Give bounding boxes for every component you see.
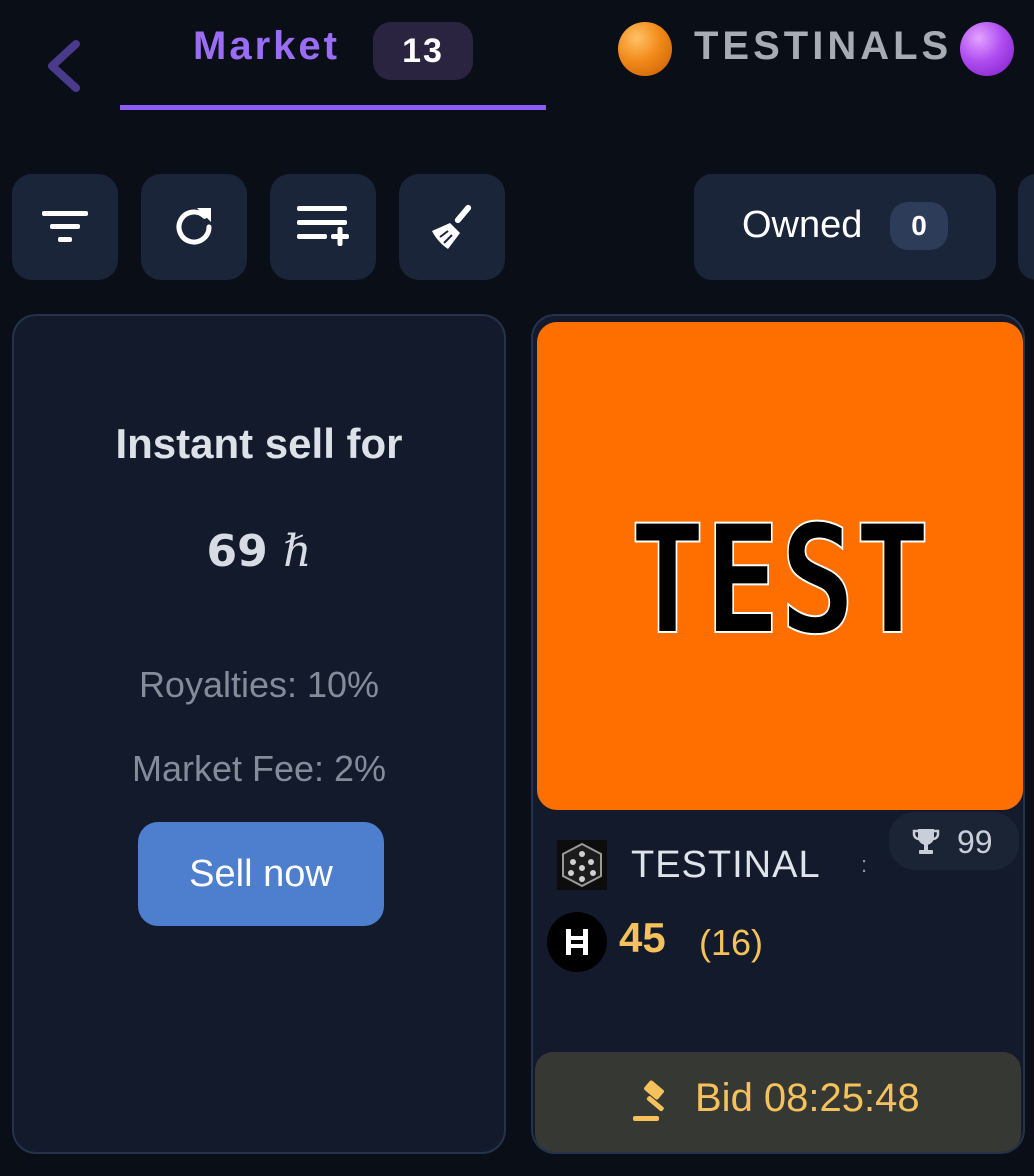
bid-button[interactable]: Bid 08:25:48 <box>535 1052 1021 1152</box>
rank-badge: 99 <box>889 812 1019 870</box>
royalties-text: Royalties: 10% <box>138 664 380 705</box>
more-options-icon[interactable]: : <box>861 852 867 878</box>
refresh-button[interactable] <box>141 174 247 280</box>
nft-price: 45 <box>619 914 666 961</box>
instant-sell-panel: Instant sell for 69 ℏ Royalties: 10% Mar… <box>12 314 506 1154</box>
nft-image-text: TEST <box>630 508 930 648</box>
nft-price-count: (16) <box>699 922 764 963</box>
hbar-symbol: ℏ <box>283 526 312 577</box>
toolbar-next-button[interactable] <box>1018 174 1034 280</box>
nft-image[interactable]: TEST <box>537 322 1023 810</box>
chevron-left-icon <box>48 40 80 92</box>
back-button[interactable] <box>40 38 90 94</box>
nft-image-art: TEST <box>629 508 931 648</box>
trophy-icon <box>912 829 940 854</box>
tab-market-label: Market <box>193 24 340 68</box>
instant-sell-price: 69 ℏ <box>14 526 504 577</box>
nft-card[interactable]: TEST TESTINAL : 99 45 (16) Bid 08:25:48 <box>531 314 1025 1154</box>
clear-button[interactable] <box>399 174 505 280</box>
owned-count-badge: 0 <box>890 202 948 250</box>
tab-market[interactable]: Market 13 <box>120 0 546 110</box>
market-count-badge: 13 <box>373 22 473 80</box>
filter-button[interactable] <box>12 174 118 280</box>
rank-value: 99 <box>957 824 993 860</box>
owned-label: Owned <box>742 204 863 246</box>
nft-name: TESTINAL <box>631 844 821 886</box>
hbar-icon <box>547 912 607 972</box>
purple-orb-icon <box>960 22 1014 76</box>
owned-filter-button[interactable]: Owned 0 <box>694 174 996 280</box>
sell-now-button[interactable]: Sell now <box>138 822 384 926</box>
add-list-button[interactable] <box>270 174 376 280</box>
add-list-icon <box>297 206 349 246</box>
instant-sell-price-value: 69 <box>206 526 268 577</box>
bid-label: Bid 08:25:48 <box>695 1076 920 1120</box>
collection-title: TESTINALS <box>694 24 953 68</box>
collection-cube-icon <box>557 840 607 890</box>
refresh-icon <box>176 208 212 245</box>
broom-icon <box>432 204 472 249</box>
filter-icon <box>42 211 88 242</box>
orange-orb-icon <box>618 22 672 76</box>
market-fee-text: Market Fee: 2% <box>131 748 387 789</box>
instant-sell-title: Instant sell for <box>115 420 403 467</box>
gavel-icon <box>633 1080 664 1121</box>
